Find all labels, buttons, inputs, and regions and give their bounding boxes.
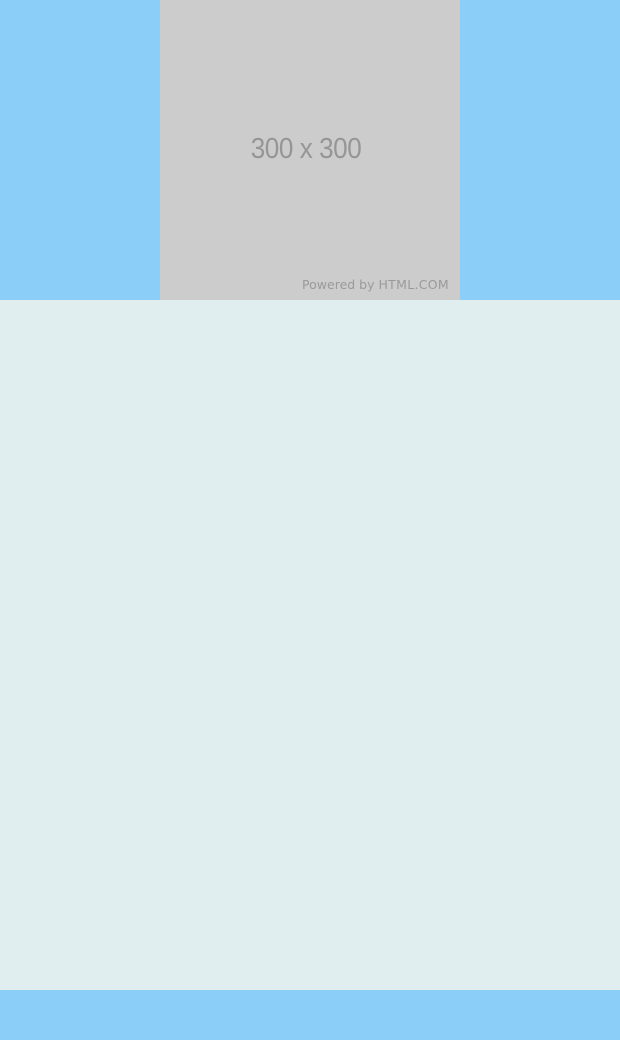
circle-steel-blue xyxy=(275,565,345,635)
stripe-steel-blue xyxy=(0,350,620,390)
ad-powered-brand: HTML.COM xyxy=(378,277,449,292)
ad-size-label: 300 x 300 xyxy=(250,133,362,165)
top-banner-band: 300 x 300 Powered by HTML.COM xyxy=(0,0,620,300)
stripe-coral xyxy=(0,430,620,470)
ad-powered-by: Powered by HTML.COM xyxy=(302,277,449,292)
ad-placeholder-image[interactable]: 300 x 300 Powered by HTML.COM xyxy=(160,0,460,300)
stripe-peach xyxy=(0,470,620,510)
bottom-band xyxy=(0,990,620,1040)
circle-coral xyxy=(265,735,355,825)
circle-peach xyxy=(260,835,360,935)
spacer-band xyxy=(0,300,620,350)
stripe-navy-blue xyxy=(0,390,620,430)
ad-powered-prefix: Powered by xyxy=(302,277,375,292)
circle-navy-blue xyxy=(270,645,350,725)
circles-area xyxy=(0,510,620,990)
